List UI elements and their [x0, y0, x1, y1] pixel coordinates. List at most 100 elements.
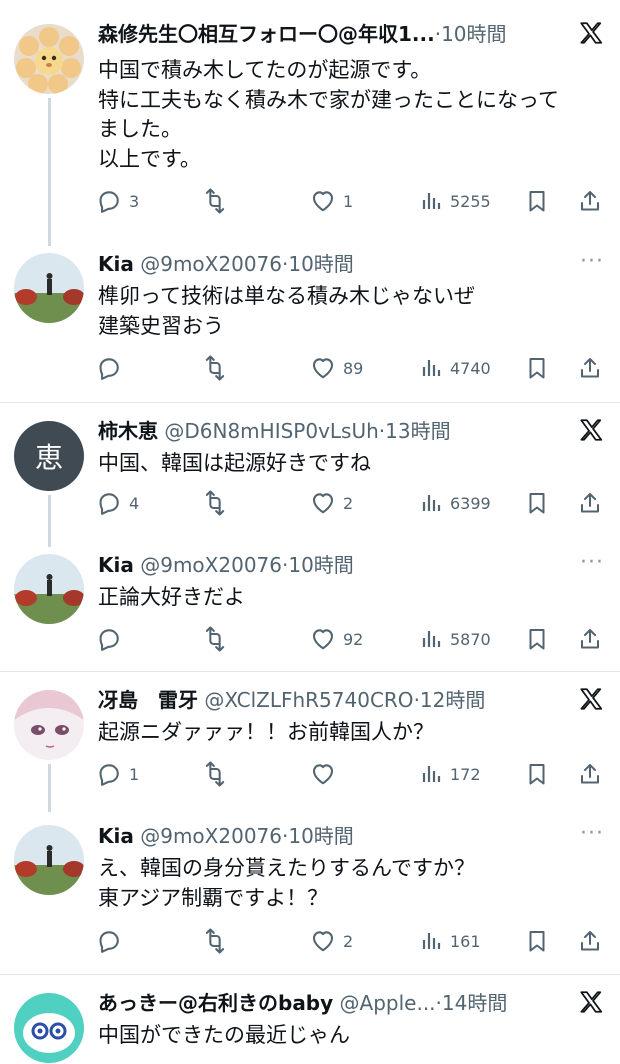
display-name[interactable]: 森修先生〇相互フォロー〇@年収1... [98, 18, 435, 50]
x-logo-icon[interactable] [578, 989, 604, 1019]
handle[interactable]: @9moX20076 [140, 553, 282, 577]
x-logo-icon[interactable] [578, 417, 604, 447]
like-button[interactable]: 2 [310, 488, 353, 518]
handle[interactable]: @XClZLFhR5740CRO [204, 688, 413, 712]
tweet-text: 中国、韓国は起源好きですね [98, 449, 606, 479]
heart-icon [310, 490, 336, 516]
tweet[interactable]: Kia @9moX20076·10時間 ··· 正論大好きだよ 92 5870 [0, 541, 620, 671]
display-name[interactable]: Kia [98, 252, 134, 276]
display-name[interactable]: Kia [98, 824, 134, 848]
action-bar: 1 172 [96, 759, 606, 789]
reply-button[interactable]: 3 [96, 186, 139, 216]
tweet[interactable]: あっきー@右利きのbaby @Apple...·14時間 中国ができたの最近じゃ… [0, 975, 620, 1064]
retweet-icon [202, 490, 228, 516]
like-button[interactable]: 2 [310, 926, 353, 956]
retweet-button[interactable] [202, 624, 228, 654]
avatar[interactable] [14, 554, 84, 624]
avatar[interactable] [14, 24, 84, 94]
tweet-text-line: 建築史習おう [98, 313, 224, 338]
timestamp[interactable]: 10時間 [288, 553, 353, 577]
share-button[interactable] [578, 186, 602, 216]
reply-count: 3 [129, 191, 140, 211]
tweet[interactable]: 冴島 雷牙 @XClZLFhR5740CRO·12時間 起源ニダァァァ！！お前韓… [0, 672, 620, 812]
action-bar: 89 4740 [96, 353, 606, 383]
bookmark-icon [525, 356, 549, 380]
like-button[interactable]: 92 [310, 624, 363, 654]
retweet-icon [202, 355, 228, 381]
x-logo-icon[interactable] [578, 20, 604, 50]
avatar[interactable]: 恵 [14, 421, 84, 491]
tweet-text-line: 起源ニダァァァ！！お前韓国人か？ [98, 720, 434, 744]
share-icon [578, 491, 602, 515]
reply-button[interactable]: 1 [96, 759, 139, 789]
like-button[interactable] [310, 759, 343, 789]
handle[interactable]: @9moX20076 [140, 824, 282, 848]
reply-icon [96, 761, 122, 787]
tweet-text: 正論大好きだよ [98, 583, 606, 613]
retweet-button[interactable] [202, 926, 228, 956]
heart-icon [310, 928, 336, 954]
retweet-button[interactable] [202, 186, 228, 216]
share-button[interactable] [578, 926, 602, 956]
bookmark-button[interactable] [525, 759, 549, 789]
heart-icon [310, 761, 336, 787]
timestamp[interactable]: 12時間 [420, 688, 485, 712]
timestamp[interactable]: 10時間 [288, 252, 353, 276]
retweet-icon [202, 188, 228, 214]
handle[interactable]: @Apple... [340, 991, 436, 1015]
handle[interactable]: @9moX20076 [140, 252, 282, 276]
thread-line [48, 495, 51, 547]
retweet-button[interactable] [202, 759, 228, 789]
tweet-header: 柿木恵 @D6N8mHISP0vLsUh·13時間 [98, 415, 560, 447]
timestamp[interactable]: 10時間 [288, 824, 353, 848]
more-horizontal-icon[interactable]: ··· [580, 823, 604, 845]
views-button[interactable]: 161 [419, 926, 481, 956]
views-button[interactable]: 6399 [419, 488, 491, 518]
share-button[interactable] [578, 759, 602, 789]
bookmark-button[interactable] [525, 926, 549, 956]
avatar[interactable] [14, 690, 84, 760]
tweet-header: 冴島 雷牙 @XClZLFhR5740CRO·12時間 [98, 684, 560, 716]
tweet[interactable]: Kia @9moX20076·10時間 ··· え、韓国の身分貰えたりするんです… [0, 806, 620, 974]
reply-button[interactable] [96, 353, 129, 383]
like-button[interactable]: 1 [310, 186, 353, 216]
views-button[interactable]: 4740 [419, 353, 491, 383]
share-button[interactable] [578, 488, 602, 518]
display-name[interactable]: あっきー@右利きのbaby [98, 991, 333, 1015]
avatar[interactable] [14, 825, 84, 895]
tweet-text: え、韓国の身分貰えたりするんですか？ 東アジア制覇ですよ！？ [98, 854, 606, 913]
views-button[interactable]: 5255 [419, 186, 491, 216]
bookmark-button[interactable] [525, 353, 549, 383]
views-chart-icon [419, 491, 443, 515]
tweet[interactable]: 恵 柿木恵 @D6N8mHISP0vLsUh·13時間 中国、韓国は起源好きです… [0, 403, 620, 547]
like-button[interactable]: 89 [310, 353, 363, 383]
views-button[interactable]: 172 [419, 759, 481, 789]
display-name[interactable]: 柿木恵 [98, 419, 158, 443]
display-name[interactable]: Kia [98, 553, 134, 577]
timestamp[interactable]: 14時間 [442, 991, 507, 1015]
share-button[interactable] [578, 624, 602, 654]
tweet-header: 森修先生〇相互フォロー〇@年収1...·10時間 [98, 18, 560, 50]
retweet-button[interactable] [202, 353, 228, 383]
tweet[interactable]: Kia @9moX20076·10時間 ··· 榫卯って技術は単なる積み木じゃな… [0, 240, 620, 402]
views-button[interactable]: 5870 [419, 624, 491, 654]
share-button[interactable] [578, 353, 602, 383]
more-horizontal-icon[interactable]: ··· [580, 251, 604, 273]
handle[interactable]: @D6N8mHISP0vLsUh [164, 419, 378, 443]
display-name[interactable]: 冴島 雷牙 [98, 688, 198, 712]
reply-button[interactable] [96, 624, 129, 654]
timestamp[interactable]: 13時間 [385, 419, 450, 443]
retweet-button[interactable] [202, 488, 228, 518]
bookmark-button[interactable] [525, 488, 549, 518]
view-count: 4740 [450, 358, 491, 378]
avatar[interactable] [14, 993, 84, 1063]
bookmark-button[interactable] [525, 624, 549, 654]
reply-button[interactable]: 4 [96, 488, 139, 518]
more-horizontal-icon[interactable]: ··· [580, 552, 604, 574]
timestamp[interactable]: 10時間 [441, 22, 506, 46]
bookmark-button[interactable] [525, 186, 549, 216]
x-logo-icon[interactable] [578, 686, 604, 716]
reply-button[interactable] [96, 926, 129, 956]
tweet[interactable]: 森修先生〇相互フォロー〇@年収1...·10時間 中国で積み木してたのが起源です… [0, 0, 620, 246]
avatar[interactable] [14, 253, 84, 323]
